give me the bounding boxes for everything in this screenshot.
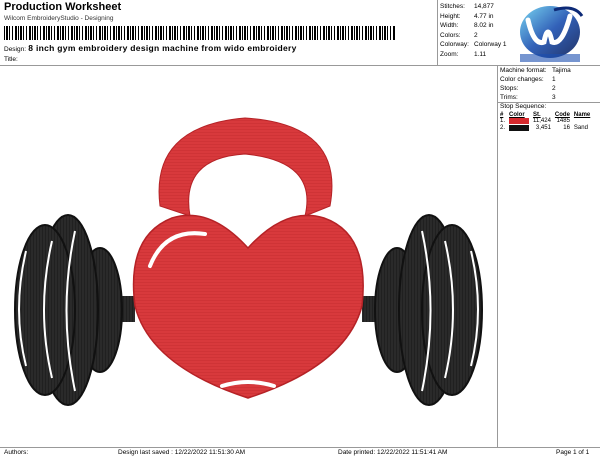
footer-page: Page 1 of 1: [556, 449, 590, 456]
barcode: [4, 26, 396, 40]
design-name: 8 inch gym embroidery design machine fro…: [28, 43, 297, 53]
color-swatch: [509, 124, 530, 131]
design-row: Design: 8 inch gym embroidery design mac…: [4, 43, 297, 53]
stat-colorway: Colorway: Colorway 1: [440, 41, 507, 49]
stat-width: Width: 8.02 in: [440, 22, 494, 30]
trims: Trims: 3: [500, 94, 556, 101]
stop-sequence-table: # Color St. Code Name 1. 11,424 1485 2. …: [498, 112, 592, 131]
title-label: Title:: [4, 56, 18, 63]
color-swatch: [509, 118, 530, 124]
col-name: Name: [573, 112, 591, 118]
design-preview: [14, 117, 483, 406]
stat-colors: Colors: 2: [440, 31, 478, 39]
stat-zoom: Zoom: 1.11: [440, 50, 487, 58]
right-dumbbell-weight: [362, 214, 483, 406]
color-changes: Color changes: 1: [500, 76, 556, 83]
footer-authors: Authors:: [4, 449, 29, 456]
col-code: Code: [554, 112, 570, 118]
footer-last-saved: Design last saved : 12/22/2022 11:51:30 …: [118, 449, 246, 456]
machine-format: Machine format: Tajima: [500, 67, 571, 74]
table-row: 2. 3,451 16 Sand: [500, 124, 588, 131]
stop-sequence-heading: Stop Sequence:: [500, 103, 547, 110]
software-subtitle: Wilcom EmbroideryStudio - Designing: [4, 15, 114, 22]
machine-info: Machine format: Tajima Color changes: 1 St…: [500, 66, 600, 102]
footer-divider: [0, 447, 600, 448]
table-row: 1. 11,424 1485: [500, 118, 570, 125]
design-label: Design:: [4, 46, 27, 53]
stats-divider: [437, 0, 438, 65]
stat-stitches: Stitches: 14,877: [440, 3, 494, 10]
brand-logo: [520, 6, 584, 62]
design-stats: Stitches: 14,877 Height: 4.77 in Width: 8.0…: [440, 2, 507, 60]
stops: Stops: 2: [500, 85, 556, 92]
left-dumbbell-weight: [14, 214, 135, 406]
stat-height: Height: 4.77 in: [440, 12, 494, 20]
kettlebell-handle: [158, 117, 333, 217]
worksheet-title: Production Worksheet: [4, 1, 122, 13]
footer-date-printed: Date printed: 12/22/2022 11:51:41 AM: [338, 449, 448, 456]
